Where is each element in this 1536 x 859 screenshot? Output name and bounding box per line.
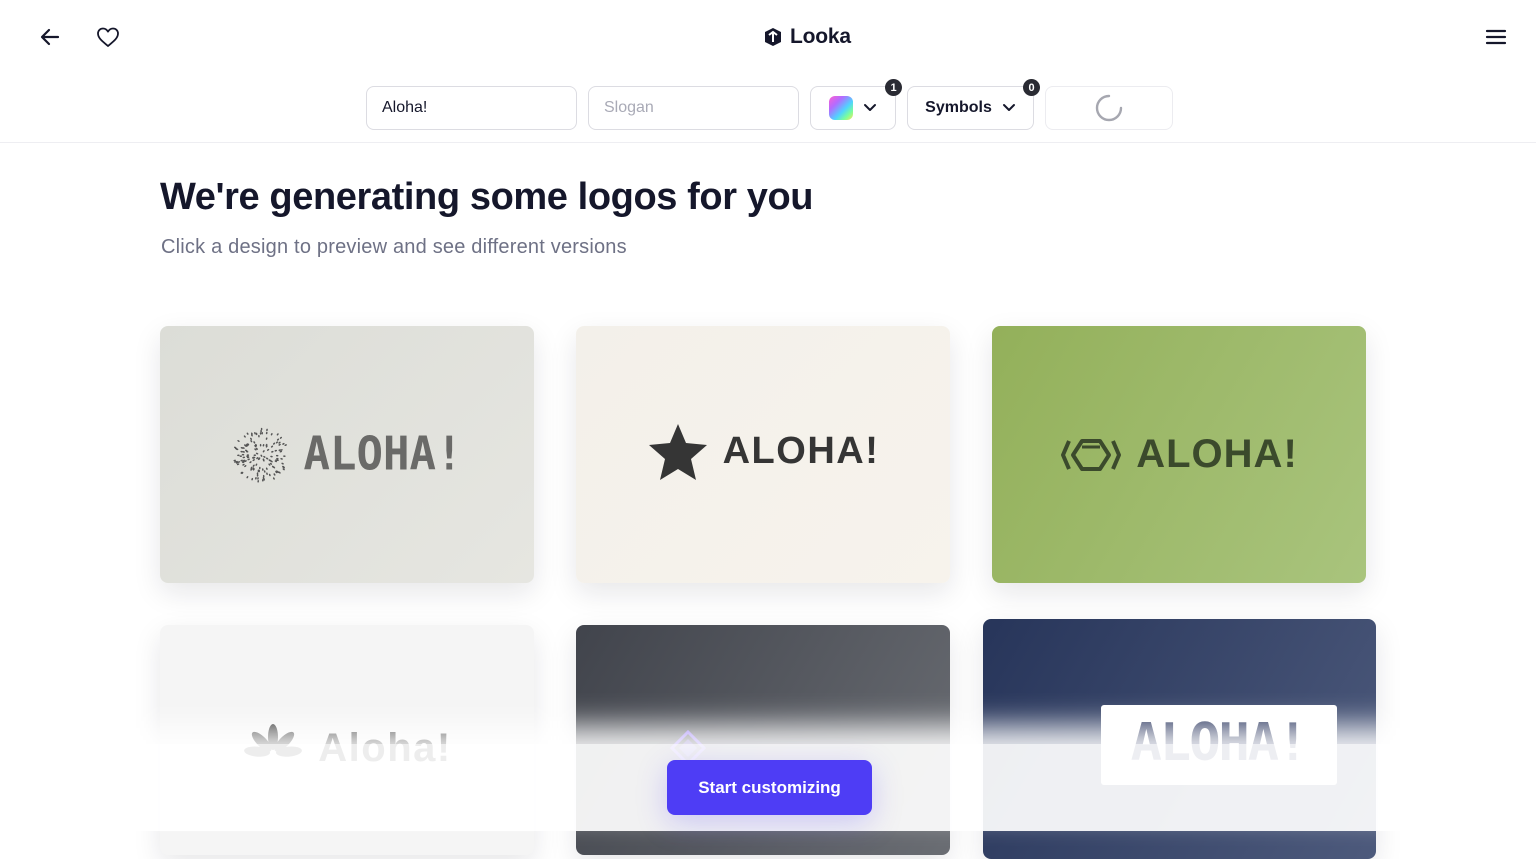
generate-button-loading[interactable]: [1045, 86, 1173, 130]
favorites-button[interactable]: [88, 17, 128, 57]
company-name-field[interactable]: [366, 86, 577, 130]
page-subtitle: Click a design to preview and see differ…: [161, 236, 627, 258]
star-icon: [648, 423, 707, 480]
symbols-count-badge: 0: [1023, 79, 1040, 96]
chevron-down-icon: [1002, 104, 1015, 111]
arrow-left-icon: [40, 28, 60, 46]
logo-card[interactable]: ALOHA!: [160, 326, 534, 583]
logo-card[interactable]: ALOHA!: [992, 326, 1366, 583]
hexagon-brackets-icon: [1061, 438, 1122, 471]
symbols-dropdown[interactable]: Symbols 0: [907, 79, 1040, 130]
hamburger-menu-icon: [1485, 29, 1507, 45]
slogan-field[interactable]: [588, 86, 799, 130]
top-bar: Looka 1 Symbols 0: [0, 0, 1536, 143]
colors-count-badge: 1: [885, 79, 902, 96]
start-customizing-button[interactable]: Start customizing: [667, 760, 872, 815]
chevron-down-icon: [864, 104, 876, 111]
loading-spinner-icon: [1095, 94, 1123, 122]
page-title: We're generating some logos for you: [160, 176, 814, 218]
menu-button[interactable]: [1476, 17, 1516, 57]
back-button[interactable]: [30, 17, 70, 57]
logo-text: ALOHA!: [303, 427, 463, 482]
logo-text: ALOHA!: [1136, 432, 1298, 476]
company-name-input[interactable]: [367, 87, 576, 129]
symbols-label: Symbols: [925, 99, 992, 116]
logo-text: ALOHA!: [722, 430, 880, 472]
brand-name: Looka: [790, 25, 851, 48]
colors-dropdown[interactable]: 1: [810, 79, 902, 130]
heart-icon: [97, 27, 119, 47]
logo-card[interactable]: ALOHA!: [576, 326, 950, 583]
dots-circle-icon: [232, 427, 287, 483]
color-palette-swatch: [829, 96, 853, 120]
looka-logo-icon: [765, 28, 781, 46]
slogan-input[interactable]: [589, 87, 798, 129]
brand-logo[interactable]: Looka: [762, 24, 851, 50]
